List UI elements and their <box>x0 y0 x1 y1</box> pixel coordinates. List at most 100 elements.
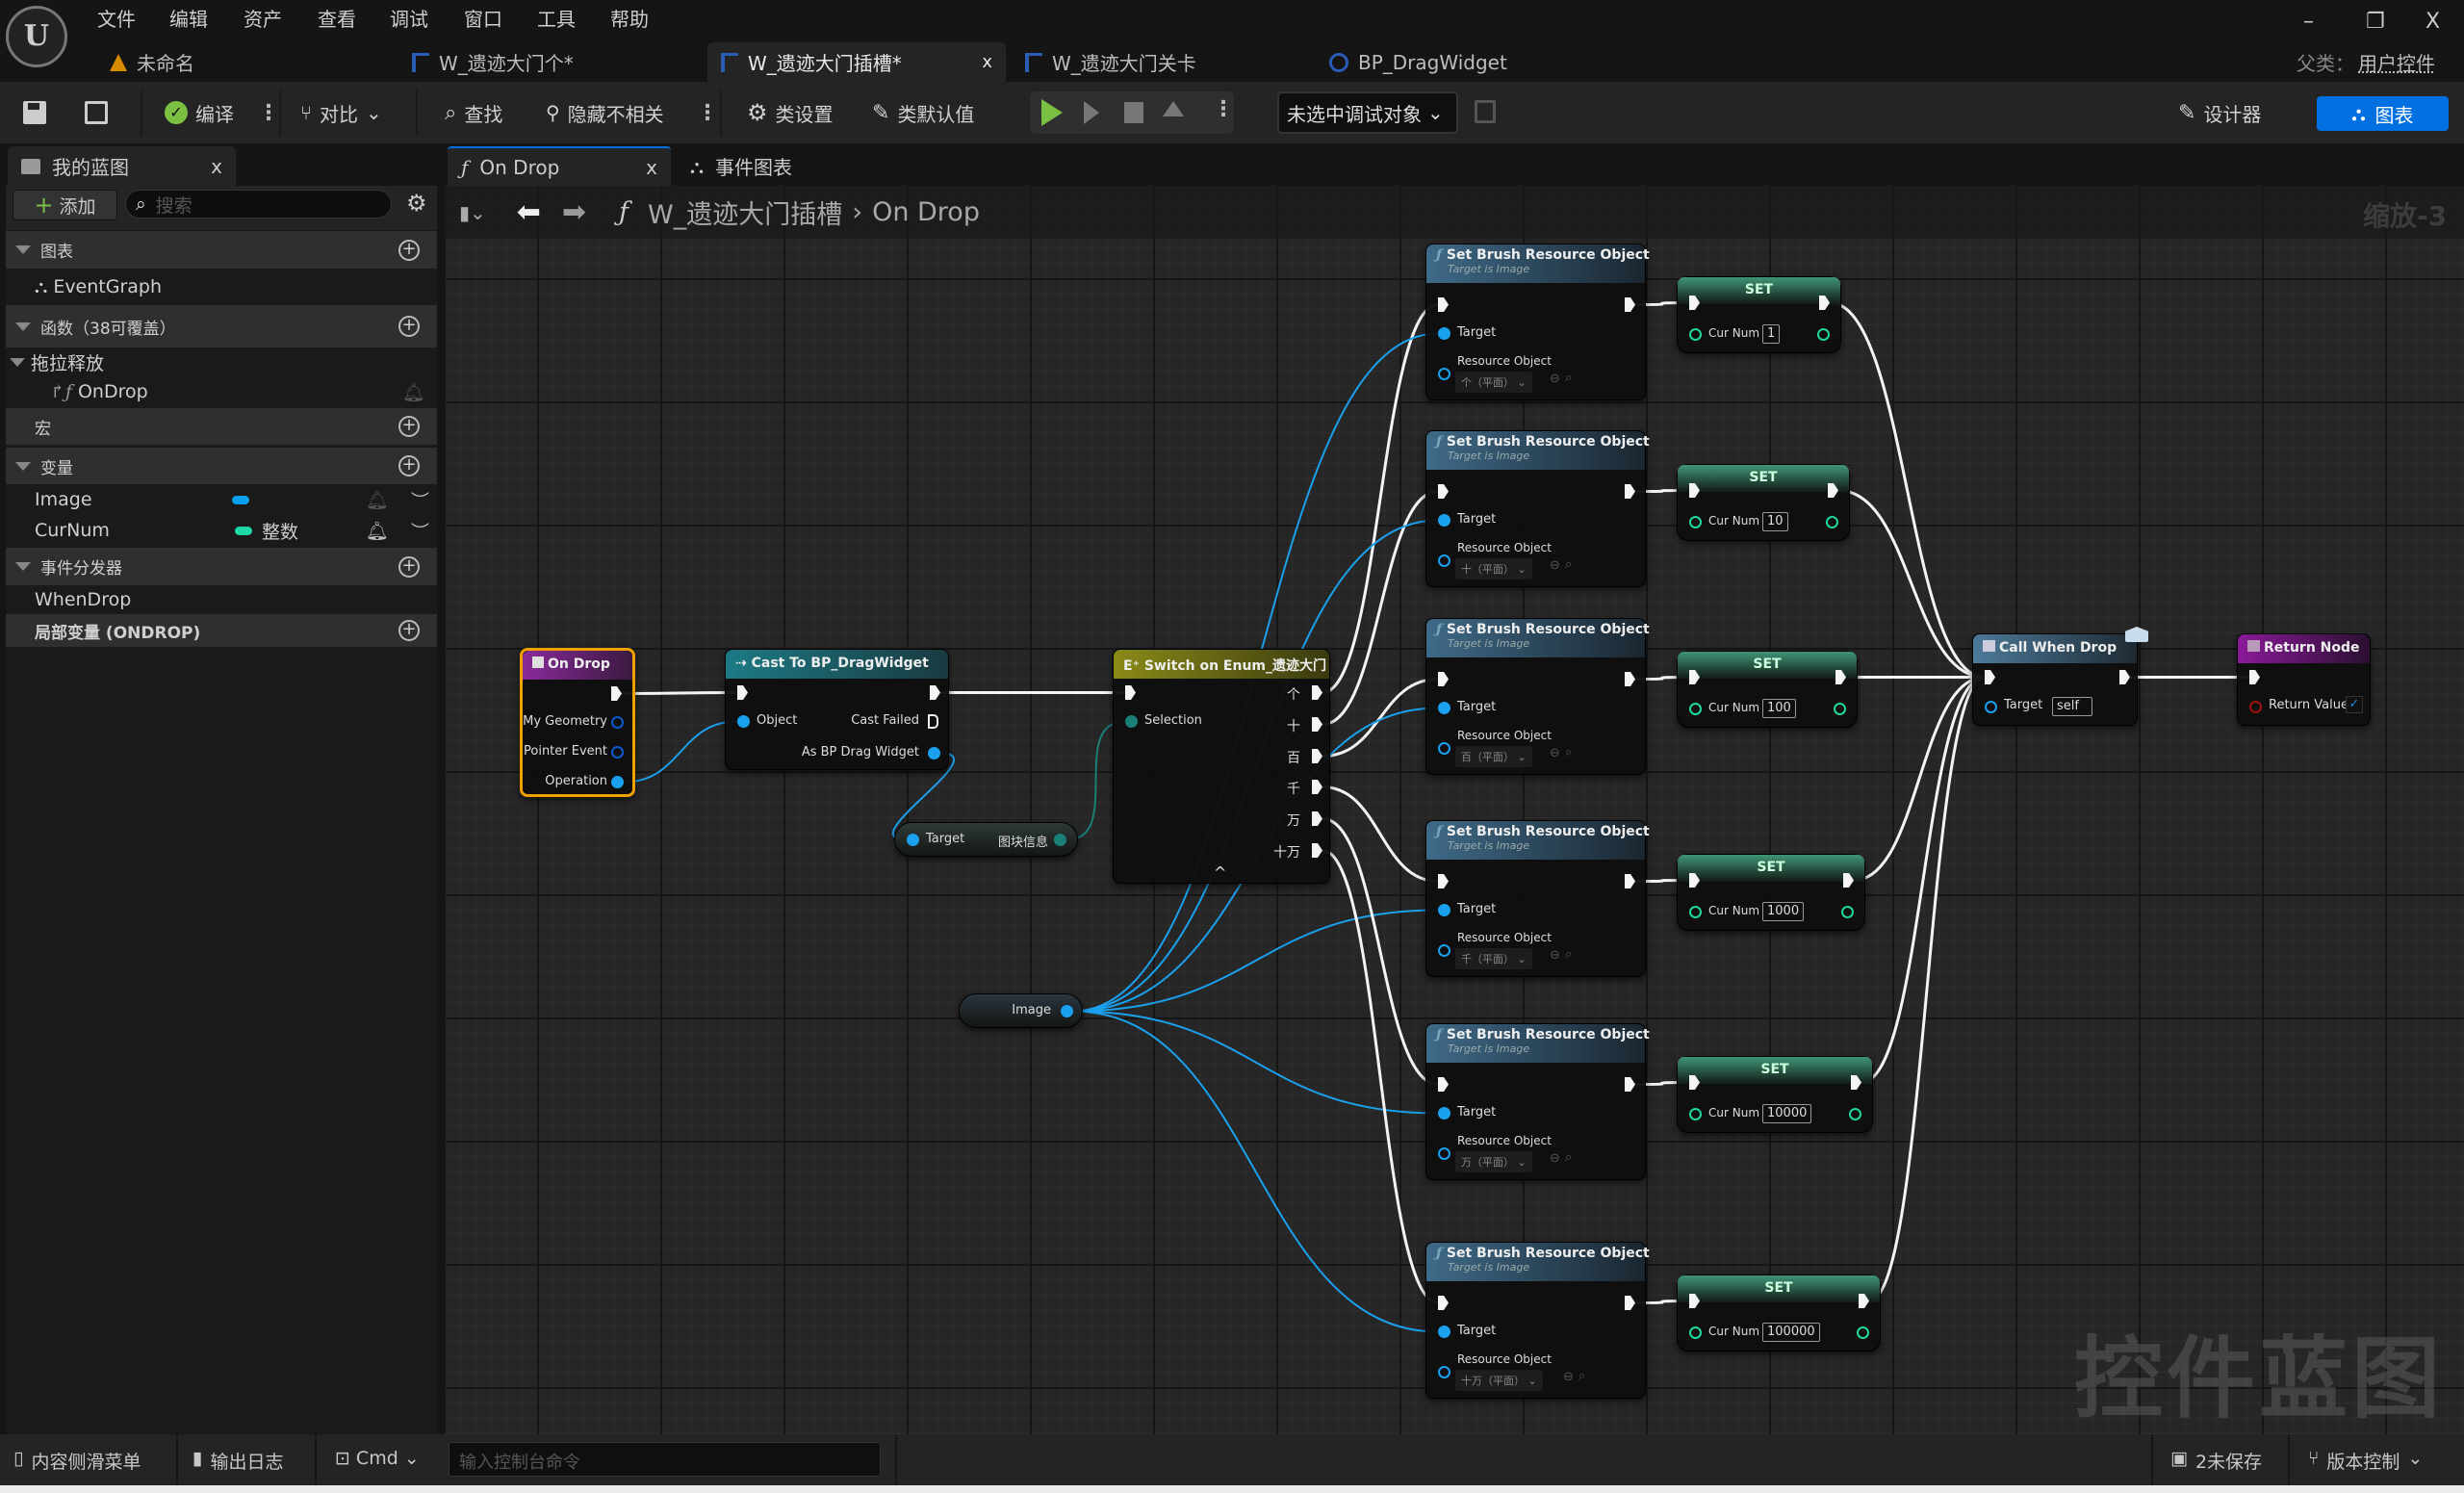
tile-info-getter-node[interactable]: Target 图块信息 <box>894 822 1078 857</box>
image-variable-getter-node[interactable]: Image <box>959 993 1083 1028</box>
exec-wire[interactable] <box>1868 676 1986 1302</box>
exec-wire[interactable] <box>1829 301 1986 679</box>
cur-num-value-field[interactable]: 100000 <box>1762 1323 1820 1342</box>
resource-object-dropdown[interactable]: 百（平面） ⌄ <box>1455 746 1532 767</box>
browse-asset-icon[interactable]: ⌕ <box>1578 1369 1585 1383</box>
close-window-button[interactable]: X <box>2426 10 2440 34</box>
unsaved-button[interactable]: ▣ 2未保存 <box>2170 1448 2262 1474</box>
forward-arrow-icon[interactable]: ➡ <box>562 195 586 229</box>
use-selected-asset-icon[interactable]: ⊖ <box>1550 1151 1560 1166</box>
cur-num-input-pin[interactable] <box>1689 1326 1702 1339</box>
source-control-button[interactable]: ⑂ 版本控制 ⌄ <box>2308 1448 2423 1474</box>
use-selected-asset-icon[interactable]: ⊖ <box>1550 746 1560 760</box>
exec-out-pin[interactable] <box>2119 670 2130 684</box>
stop-icon[interactable] <box>1124 102 1143 123</box>
target-pin[interactable] <box>1438 1326 1450 1338</box>
case-exec-out-pin[interactable] <box>1312 811 1322 826</box>
bell-icon[interactable]: 🔔︎ <box>366 489 389 511</box>
exec-wire[interactable] <box>621 691 738 695</box>
output-log-button[interactable]: ▮ 输出日志 <box>192 1448 283 1474</box>
exec-wire[interactable] <box>1322 817 1439 1086</box>
cur-num-output-pin[interactable] <box>1841 906 1854 918</box>
doc-tab-gate-unit[interactable]: W_遗迹大门个* <box>398 42 587 82</box>
menu-debug[interactable]: 调试 <box>390 4 428 32</box>
find-button[interactable]: ⌕ 查找 <box>445 82 502 143</box>
as-widget-pin[interactable] <box>928 747 940 759</box>
parent-class-link[interactable]: 用户控件 <box>2358 48 2435 76</box>
compile-button[interactable]: ✓ 编译 <box>165 82 234 143</box>
menu-view[interactable]: 查看 <box>318 4 356 32</box>
case-exec-out-pin[interactable] <box>1312 685 1322 700</box>
exec-out-pin[interactable] <box>1625 874 1635 888</box>
bell-icon[interactable]: 🔔︎ <box>402 381 425 403</box>
variable-image[interactable]: Image 🔔︎ ︶ <box>6 484 437 515</box>
designer-button[interactable]: ✎ 设计器 <box>2178 82 2261 143</box>
step-icon[interactable] <box>1084 101 1099 124</box>
tab-on-drop[interactable]: ƒ On Drop x <box>448 146 671 186</box>
menu-edit[interactable]: 编辑 <box>169 4 208 32</box>
my-geometry-pin[interactable] <box>611 716 624 729</box>
browse-asset-icon[interactable]: ⌕ <box>1565 947 1572 962</box>
doc-tab-bp-dragwidget[interactable]: BP_DragWidget <box>1316 42 1521 82</box>
cast-failed-pin[interactable] <box>928 714 938 729</box>
resource-object-pin[interactable] <box>1438 1366 1450 1378</box>
minimize-button[interactable]: – <box>2303 10 2314 34</box>
breadcrumb-root[interactable]: W_遗迹大门插槽 <box>648 193 842 231</box>
exec-out-pin[interactable] <box>1625 297 1635 312</box>
resource-object-pin[interactable] <box>1438 368 1450 380</box>
menu-help[interactable]: 帮助 <box>610 4 649 32</box>
add-graph-icon[interactable]: + <box>398 239 420 261</box>
doc-tab-gate-level[interactable]: W_遗迹大门关卡 <box>1012 42 1210 82</box>
cur-num-output-pin[interactable] <box>1834 703 1846 715</box>
exec-in-pin[interactable] <box>1438 297 1449 312</box>
cur-num-output-pin[interactable] <box>1817 328 1830 341</box>
set-brush-resource-object-node[interactable]: ƒ Set Brush Resource Object Target is Im… <box>1425 244 1650 400</box>
browse-asset-icon[interactable]: ⌕ <box>1565 557 1572 572</box>
cast-node[interactable]: ⇢ Cast To BP_DragWidget Object Cast Fail… <box>725 649 949 770</box>
cur-num-value-field[interactable]: 1 <box>1762 324 1781 344</box>
exec-in-pin[interactable] <box>1438 484 1449 499</box>
resource-object-pin[interactable] <box>1438 742 1450 755</box>
set-brush-resource-object-node[interactable]: ƒ Set Brush Resource Object Target is Im… <box>1425 618 1650 775</box>
section-macros[interactable]: 宏 + <box>6 408 437 445</box>
object-wire[interactable] <box>623 720 738 784</box>
set-curnum-node[interactable]: SET Cur Num 1 <box>1677 276 1841 353</box>
exec-in-pin[interactable] <box>1125 685 1136 700</box>
bell-icon[interactable]: 🔔︎ <box>366 520 389 542</box>
exec-out-pin[interactable] <box>611 686 622 701</box>
restore-button[interactable]: ❐ <box>2366 10 2385 34</box>
hide-unrelated-button[interactable]: ⚲ 隐藏不相关 <box>546 82 664 143</box>
exec-in-pin[interactable] <box>1438 874 1449 888</box>
target-pin[interactable] <box>1438 514 1450 527</box>
back-arrow-icon[interactable]: ⬅ <box>517 195 541 229</box>
cur-num-value-field[interactable]: 1000 <box>1762 902 1805 921</box>
cur-num-output-pin[interactable] <box>1826 516 1838 528</box>
return-value-checkbox[interactable]: ✓ <box>2346 696 2363 713</box>
doc-tab-gate-slot[interactable]: W_遗迹大门插槽* x <box>707 42 1006 82</box>
set-brush-resource-object-node[interactable]: ƒ Set Brush Resource Object Target is Im… <box>1425 820 1650 977</box>
set-brush-resource-object-node[interactable]: ƒ Set Brush Resource Object Target is Im… <box>1425 1023 1650 1180</box>
cur-num-output-pin[interactable] <box>1857 1326 1869 1339</box>
resource-object-dropdown[interactable]: 个（平面） ⌄ <box>1455 372 1532 393</box>
tile-info-output-pin[interactable] <box>1054 834 1066 846</box>
selection-pin[interactable] <box>1125 715 1138 728</box>
section-graphs[interactable]: 图表 + <box>6 231 437 269</box>
return-node[interactable]: Return Node Return Value ✓ <box>2237 633 2371 726</box>
dispatcher-whendrop[interactable]: WhenDrop <box>6 585 437 614</box>
resource-object-dropdown[interactable]: 万（平面） ⌄ <box>1455 1151 1532 1172</box>
resource-object-pin[interactable] <box>1438 944 1450 957</box>
set-curnum-node[interactable]: SET Cur Num 100000 <box>1677 1274 1881 1351</box>
set-curnum-node[interactable]: SET Cur Num 10 <box>1677 464 1850 541</box>
exec-wire[interactable] <box>1837 489 1986 679</box>
unreal-logo[interactable]: U <box>6 6 67 67</box>
set-brush-resource-object-node[interactable]: ƒ Set Brush Resource Object Target is Im… <box>1425 430 1650 587</box>
section-variables[interactable]: 变量 + <box>6 448 437 484</box>
cur-num-input-pin[interactable] <box>1689 906 1702 918</box>
object-wire[interactable] <box>1072 1010 1439 1333</box>
play-options-button[interactable]: ⋮ <box>1213 97 1234 121</box>
section-local-variables[interactable]: 局部变量 (ONDROP) + <box>6 614 437 647</box>
class-defaults-button[interactable]: ✎ 类默认值 <box>872 82 974 143</box>
use-selected-asset-icon[interactable]: ⊖ <box>1550 558 1560 573</box>
browse-asset-icon[interactable]: ⌕ <box>1565 745 1572 759</box>
eject-icon[interactable] <box>1163 101 1184 116</box>
